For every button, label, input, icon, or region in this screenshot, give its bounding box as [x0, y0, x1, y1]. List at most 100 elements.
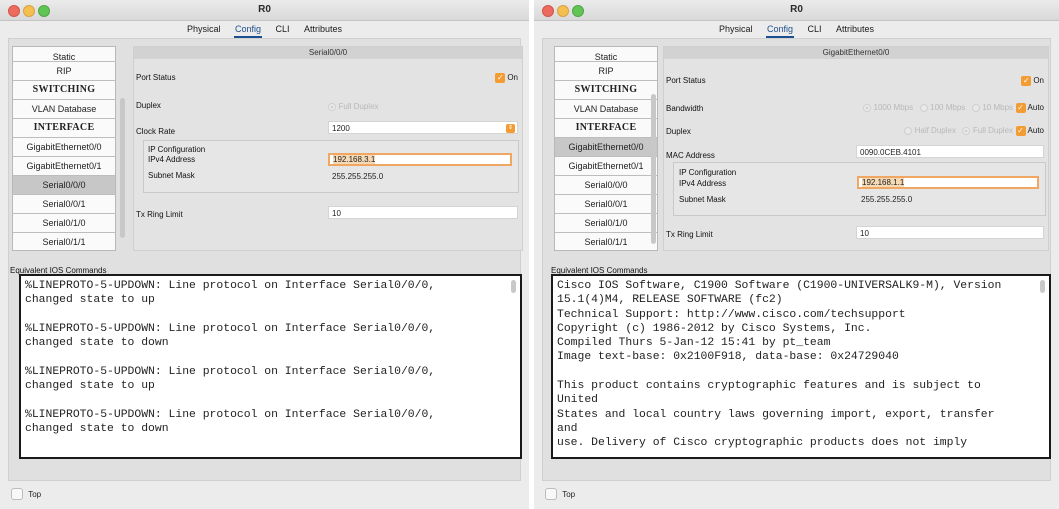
title-bar[interactable]: R0 — [534, 0, 1059, 21]
mac-address-value: 0090.0CEB.4101 — [860, 148, 921, 157]
ipv4-address-value: 192.168.3.1 — [333, 155, 376, 164]
bandwidth-10-radio[interactable] — [971, 103, 980, 112]
tx-ring-limit-label: Tx Ring Limit — [666, 230, 713, 239]
router-config-window-left: R0 Physical Config CLI Attributes Static… — [0, 0, 529, 509]
ip-configuration-group: IP Configuration IPv4 Address Subnet Mas… — [673, 162, 1046, 216]
tab-bar: Physical Config CLI Attributes — [534, 22, 1059, 39]
ipv4-address-label: IPv4 Address — [679, 179, 727, 188]
interface-title: GigabitEthernet0/0 — [664, 47, 1048, 59]
sidebar-item-static[interactable]: Static — [13, 47, 115, 62]
top-option: Top — [545, 488, 575, 500]
bandwidth-100-label: 100 Mbps — [930, 103, 966, 113]
interface-config-panel: Serial0/0/0 Port Status ✓ On Duplex Full … — [133, 46, 523, 251]
router-config-window-right: R0 Physical Config CLI Attributes Static… — [534, 0, 1059, 509]
ios-commands-console[interactable]: Cisco IOS Software, C1900 Software (C190… — [551, 274, 1051, 459]
top-checkbox[interactable] — [11, 488, 23, 500]
sidebar-item-serial0-1-1[interactable]: Serial0/1/1 — [555, 233, 657, 250]
top-label: Top — [28, 489, 42, 499]
sidebar-scrollbar[interactable] — [120, 98, 125, 238]
full-duplex-radio[interactable] — [328, 102, 336, 111]
bandwidth-100-radio[interactable] — [919, 103, 928, 112]
console-output: %LINEPROTO-5-UPDOWN: Line protocol on In… — [25, 280, 436, 435]
window-title: R0 — [258, 4, 271, 15]
port-status-label: Port Status — [136, 73, 176, 82]
ios-commands-console[interactable]: %LINEPROTO-5-UPDOWN: Line protocol on In… — [19, 274, 522, 459]
sidebar-item-serial0-0-0[interactable]: Serial0/0/0 — [13, 176, 115, 195]
ipv4-address-input[interactable]: 192.168.3.1 — [328, 153, 512, 166]
tab-attributes[interactable]: Attributes — [303, 22, 343, 36]
sidebar-item-gigabitethernet0-0[interactable]: GigabitEthernet0/0 — [555, 138, 657, 157]
duplex-auto-label: Auto — [1027, 126, 1044, 136]
sidebar-item-gigabitethernet0-0[interactable]: GigabitEthernet0/0 — [13, 138, 115, 157]
full-duplex-label: Full Duplex — [338, 102, 379, 112]
top-checkbox[interactable] — [545, 488, 557, 500]
tx-ring-limit-input[interactable]: 10 — [856, 226, 1044, 239]
title-bar[interactable]: R0 — [0, 0, 529, 21]
sidebar-header-interface: INTERFACE — [555, 119, 657, 138]
port-status-checkbox[interactable]: ✓ — [495, 72, 506, 83]
subnet-mask-input[interactable]: 255.255.255.0 — [857, 192, 1039, 205]
tx-ring-limit-input[interactable]: 10 — [328, 206, 518, 219]
mac-address-input[interactable]: 0090.0CEB.4101 — [856, 145, 1044, 158]
sidebar-item-rip[interactable]: RIP — [13, 62, 115, 81]
sidebar-item-serial0-0-1[interactable]: Serial0/0/1 — [555, 195, 657, 214]
interface-config-panel: GigabitEthernet0/0 Port Status ✓ On Bandw… — [663, 46, 1049, 251]
sidebar-item-serial0-0-0[interactable]: Serial0/0/0 — [555, 176, 657, 195]
tab-bar: Physical Config CLI Attributes — [0, 22, 529, 39]
ip-configuration-label: IP Configuration — [148, 145, 206, 154]
top-option: Top — [11, 488, 41, 500]
console-scrollbar[interactable] — [511, 280, 516, 293]
sidebar-item-vlan-database[interactable]: VLAN Database — [13, 100, 115, 119]
bandwidth-1000-radio[interactable] — [863, 103, 872, 112]
config-sidebar: Static RIP SWITCHING VLAN Database INTER… — [12, 46, 116, 251]
tab-config[interactable]: Config — [233, 22, 262, 39]
tx-ring-limit-value: 10 — [860, 229, 869, 238]
console-output: Cisco IOS Software, C1900 Software (C190… — [557, 280, 1002, 450]
sidebar-item-gigabitethernet0-1[interactable]: GigabitEthernet0/1 — [555, 157, 657, 176]
half-duplex-radio[interactable] — [904, 126, 913, 135]
ipv4-address-input[interactable]: 192.168.1.1 — [857, 176, 1039, 189]
subnet-mask-input[interactable]: 255.255.255.0 — [328, 169, 512, 182]
console-scrollbar[interactable] — [1040, 280, 1045, 293]
port-status-checkbox[interactable]: ✓ — [1021, 75, 1032, 86]
sidebar-item-serial0-1-0[interactable]: Serial0/1/0 — [555, 214, 657, 233]
clock-rate-select[interactable]: 1200 ⇕ — [328, 121, 518, 134]
port-status-value: On — [507, 73, 518, 83]
tab-config[interactable]: Config — [765, 22, 794, 39]
ip-configuration-group: IP Configuration IPv4 Address Subnet Mas… — [143, 140, 519, 193]
sidebar-header-switching: SWITCHING — [555, 81, 657, 100]
config-sidebar: Static RIP SWITCHING VLAN Database INTER… — [554, 46, 658, 251]
duplex-label: Duplex — [136, 101, 161, 110]
chevron-updown-icon: ⇕ — [506, 124, 515, 133]
tab-physical[interactable]: Physical — [186, 22, 222, 36]
full-duplex-label: Full Duplex — [973, 126, 1014, 136]
duplex-auto-checkbox[interactable]: ✓ — [1015, 125, 1026, 136]
tx-ring-limit-label: Tx Ring Limit — [136, 210, 183, 219]
duplex-label: Duplex — [666, 127, 691, 136]
sidebar-header-interface: INTERFACE — [13, 119, 115, 138]
sidebar-item-vlan-database[interactable]: VLAN Database — [555, 100, 657, 119]
sidebar-item-serial0-1-1[interactable]: Serial0/1/1 — [13, 233, 115, 250]
tab-cli[interactable]: CLI — [275, 22, 291, 36]
sidebar-item-rip[interactable]: RIP — [555, 62, 657, 81]
sidebar-item-static[interactable]: Static — [555, 47, 657, 62]
tab-attributes[interactable]: Attributes — [835, 22, 875, 36]
sidebar-item-serial0-1-0[interactable]: Serial0/1/0 — [13, 214, 115, 233]
subnet-mask-label: Subnet Mask — [679, 195, 726, 204]
subnet-mask-value: 255.255.255.0 — [332, 172, 384, 181]
tab-cli[interactable]: CLI — [807, 22, 823, 36]
interface-title: Serial0/0/0 — [134, 47, 522, 59]
bandwidth-auto-checkbox[interactable]: ✓ — [1015, 102, 1026, 113]
sidebar-item-serial0-0-1[interactable]: Serial0/0/1 — [13, 195, 115, 214]
clock-rate-label: Clock Rate — [136, 127, 176, 136]
bandwidth-1000-label: 1000 Mbps — [873, 103, 914, 113]
clock-rate-value: 1200 — [332, 124, 350, 133]
full-duplex-radio[interactable] — [962, 126, 971, 135]
tab-physical[interactable]: Physical — [718, 22, 754, 36]
window-title: R0 — [790, 4, 803, 15]
sidebar-item-gigabitethernet0-1[interactable]: GigabitEthernet0/1 — [13, 157, 115, 176]
bandwidth-auto-label: Auto — [1027, 103, 1044, 113]
tx-ring-limit-value: 10 — [332, 209, 341, 218]
sidebar-scrollbar[interactable] — [651, 94, 656, 244]
ip-configuration-label: IP Configuration — [679, 168, 737, 177]
